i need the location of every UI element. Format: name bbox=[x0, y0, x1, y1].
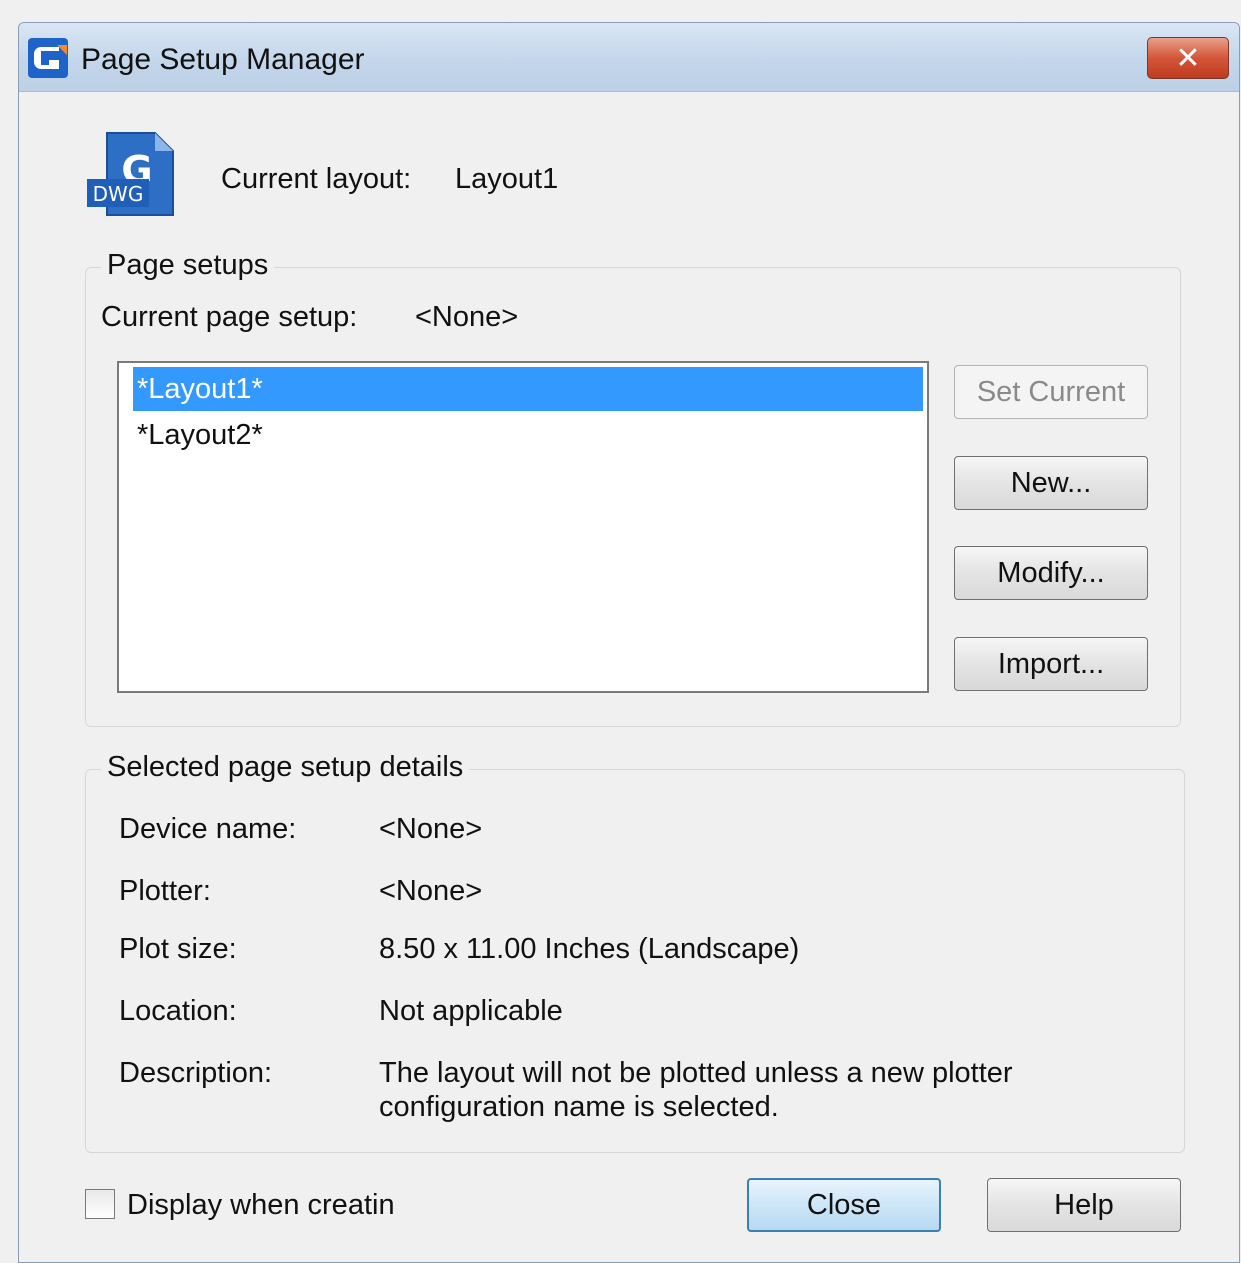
dwg-file-icon: G DWG bbox=[87, 132, 174, 216]
window-close-button[interactable]: ✕ bbox=[1147, 37, 1229, 79]
current-layout-label: Current layout: bbox=[221, 163, 412, 195]
display-when-creating-label: Display when creatin bbox=[127, 1189, 395, 1221]
current-page-setup-value: <None> bbox=[415, 301, 519, 333]
plot-size-label: Plot size: bbox=[119, 933, 237, 965]
display-when-creating-checkbox[interactable] bbox=[85, 1189, 115, 1219]
app-logo-icon bbox=[28, 38, 68, 78]
device-name-value: <None> bbox=[379, 813, 483, 845]
description-value-line2: configuration name is selected. bbox=[379, 1091, 779, 1123]
window-title: Page Setup Manager bbox=[81, 43, 365, 76]
location-label: Location: bbox=[119, 995, 237, 1027]
location-value: Not applicable bbox=[379, 995, 563, 1027]
page-setups-list[interactable]: *Layout1* *Layout2* bbox=[117, 361, 929, 693]
plot-size-value: 8.50 x 11.00 Inches (Landscape) bbox=[379, 933, 800, 965]
current-layout-value: Layout1 bbox=[455, 163, 559, 195]
plotter-label: Plotter: bbox=[119, 875, 211, 907]
help-button[interactable]: Help bbox=[987, 1178, 1181, 1232]
details-group-title: Selected page setup details bbox=[101, 751, 470, 784]
new-button[interactable]: New... bbox=[954, 456, 1148, 510]
list-item-layout1[interactable]: *Layout1* bbox=[133, 367, 923, 411]
close-button[interactable]: Close bbox=[747, 1178, 941, 1232]
device-name-label: Device name: bbox=[119, 813, 297, 845]
modify-button[interactable]: Modify... bbox=[954, 546, 1148, 600]
description-label: Description: bbox=[119, 1057, 273, 1089]
close-icon: ✕ bbox=[1175, 41, 1201, 75]
set-current-button[interactable]: Set Current bbox=[954, 365, 1148, 419]
page-setup-manager-dialog: Page Setup Manager ✕ G DWG Current layou… bbox=[18, 22, 1240, 1263]
page-setups-group-title: Page setups bbox=[101, 249, 275, 282]
svg-text:DWG: DWG bbox=[93, 182, 144, 206]
import-button[interactable]: Import... bbox=[954, 637, 1148, 691]
title-bar: Page Setup Manager ✕ bbox=[19, 23, 1239, 92]
description-value-line1: The layout will not be plotted unless a … bbox=[379, 1057, 1013, 1089]
list-item-layout2[interactable]: *Layout2* bbox=[133, 413, 923, 457]
current-page-setup-label: Current page setup: bbox=[101, 301, 358, 333]
plotter-value: <None> bbox=[379, 875, 483, 907]
